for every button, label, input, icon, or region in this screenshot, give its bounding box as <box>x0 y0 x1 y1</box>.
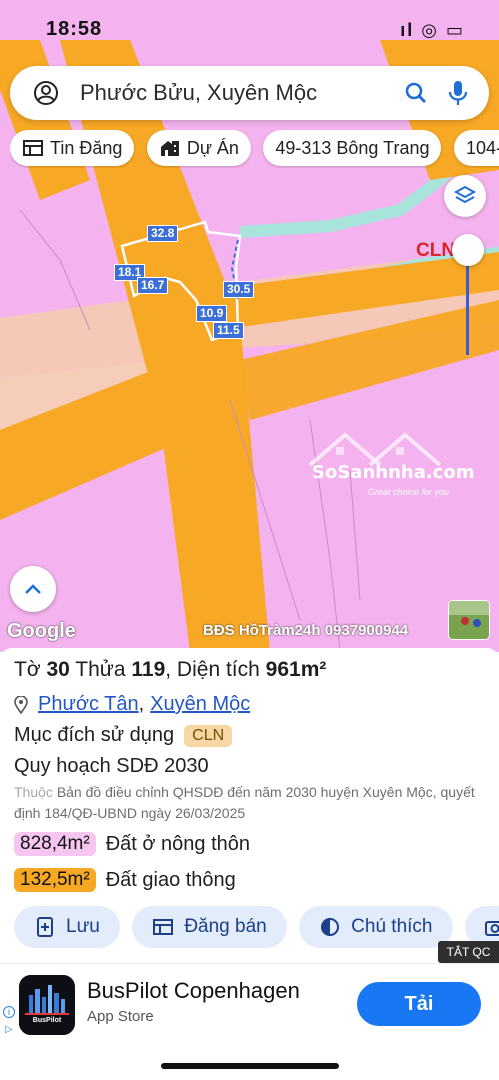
opacity-slider-track[interactable] <box>466 260 469 355</box>
microphone-icon[interactable] <box>443 78 473 108</box>
app-icon[interactable]: BusPilot <box>19 975 75 1035</box>
listing-icon <box>152 916 174 938</box>
status-icons: ıl ◎ ▭ <box>400 20 465 40</box>
ad-info-icon[interactable]: i <box>3 1006 15 1018</box>
plot-prefix: Thửa <box>75 658 126 681</box>
plan-description: Thuộc Bản đồ điều chỉnh QHSDĐ đến năm 20… <box>14 782 484 824</box>
chevron-up-icon <box>25 584 41 594</box>
filter-chips: Tin Đăng Dự Án 49-313 Bông Trang 104-16 <box>10 130 499 168</box>
chip-listings[interactable]: Tin Đăng <box>10 130 135 166</box>
building-icon <box>159 137 181 159</box>
search-input[interactable]: Phước Bửu, Xuyên Mộc <box>80 80 401 106</box>
legend-label: Đất ở nông thôn <box>105 832 251 855</box>
close-ad-button[interactable]: TẮT QC <box>438 941 499 963</box>
legend-row-transport: 132,5m² Đất giao thông <box>14 868 236 892</box>
photo-thumbnail-icon <box>449 601 489 639</box>
edge-length-label: 16.7 <box>137 277 169 294</box>
account-icon[interactable] <box>32 79 60 107</box>
chip-location[interactable]: 104-16 <box>453 130 499 166</box>
plot-number: 119 <box>131 658 166 681</box>
layers-button[interactable] <box>444 175 486 217</box>
action-label: Đăng bán <box>184 916 267 937</box>
zone-code-label: CLN <box>416 240 456 261</box>
edge-length-label: 10.9 <box>196 305 228 322</box>
chip-projects[interactable]: Dự Án <box>146 130 251 166</box>
legend-area: 828,4m² <box>14 832 96 856</box>
plan-title: Quy hoạch SDĐ 2030 <box>14 755 209 777</box>
parcel-location: Phước Tân, Xuyên Mộc <box>14 693 250 716</box>
bookmark-plus-icon <box>34 916 56 938</box>
legend-area: 132,5m² <box>14 868 96 892</box>
sheet-number: 30 <box>46 658 70 681</box>
status-bar: 18:58 ıl ◎ ▭ <box>0 12 499 52</box>
chip-label: Tin Đăng <box>50 137 123 158</box>
edge-length-label: 30.5 <box>223 281 255 298</box>
download-button[interactable]: Tải <box>357 982 481 1026</box>
purpose-label: Mục đích sử dụng <box>14 724 175 746</box>
ward-link[interactable]: Phước Tân <box>38 693 139 716</box>
watermark-name: SoSanhnha.com <box>312 462 475 483</box>
contrast-icon <box>319 916 341 938</box>
action-label: Lưu <box>66 916 100 937</box>
opacity-slider-knob[interactable] <box>452 234 484 266</box>
status-time: 18:58 <box>46 18 103 40</box>
edge-length-label: 11.5 <box>213 322 244 339</box>
chip-location[interactable]: 49-313 Bông Trang <box>263 130 442 166</box>
location-pin-icon <box>14 695 30 714</box>
land-use-purpose: Mục đích sử dụng CLN <box>14 724 233 747</box>
action-label: Chú thích <box>351 916 433 937</box>
camera-icon <box>484 916 499 938</box>
street-thumbnail[interactable] <box>448 600 490 640</box>
ad-app-name: BusPilot Copenhagen <box>87 978 300 1003</box>
district-link[interactable]: Xuyên Mộc <box>150 693 250 716</box>
legend-button[interactable]: Chú thích <box>299 906 453 948</box>
ad-banner[interactable]: i ▷ BusPilot BusPilot Copenhagen App Sto… <box>0 963 499 1045</box>
search-icon[interactable] <box>401 78 431 108</box>
collapse-up-button[interactable] <box>10 566 56 612</box>
google-logo: Google <box>7 620 76 642</box>
chip-label: Dự Án <box>186 137 239 158</box>
post-for-sale-button[interactable]: Đăng bán <box>132 906 287 948</box>
legend-row-residential: 828,4m² Đất ở nông thôn <box>14 832 250 856</box>
purpose-badge: CLN <box>184 724 233 747</box>
city-skyline-icon <box>19 975 75 1035</box>
search-bar[interactable]: Phước Bửu, Xuyên Mộc <box>10 66 489 120</box>
chip-label: 49-313 Bông Trang <box>275 137 430 158</box>
save-button[interactable]: Lưu <box>14 906 120 948</box>
parcel-area: 961m² <box>265 658 327 681</box>
map-attribution: BĐS HồTràm24h 0937900944 <box>203 622 409 639</box>
chip-label: 104-16 <box>465 137 499 158</box>
watermark-slogan: Great choice for you <box>368 487 450 497</box>
ad-store-name: App Store <box>87 1008 154 1025</box>
listing-icon <box>22 137 44 159</box>
area-prefix: , Diện tích <box>165 658 260 681</box>
app-icon-label: BusPilot <box>32 1017 62 1024</box>
ad-choices-icon[interactable]: ▷ <box>5 1024 13 1035</box>
action-bar: Lưu Đăng bán Chú thích C <box>14 906 499 948</box>
home-indicator[interactable] <box>161 1063 339 1069</box>
legend-label: Đất giao thông <box>105 868 236 891</box>
edge-length-label: 32.8 <box>147 225 179 242</box>
sheet-prefix: Tờ <box>14 658 41 681</box>
plan-desc-prefix: Thuộc <box>14 784 53 800</box>
plan-desc-text: Bản đồ điều chỉnh QHSDĐ đến năm 2030 huy… <box>14 784 475 821</box>
layers-icon <box>454 185 476 204</box>
parcel-title: Tờ 30 Thửa 119, Diện tích 961m² <box>14 658 326 682</box>
